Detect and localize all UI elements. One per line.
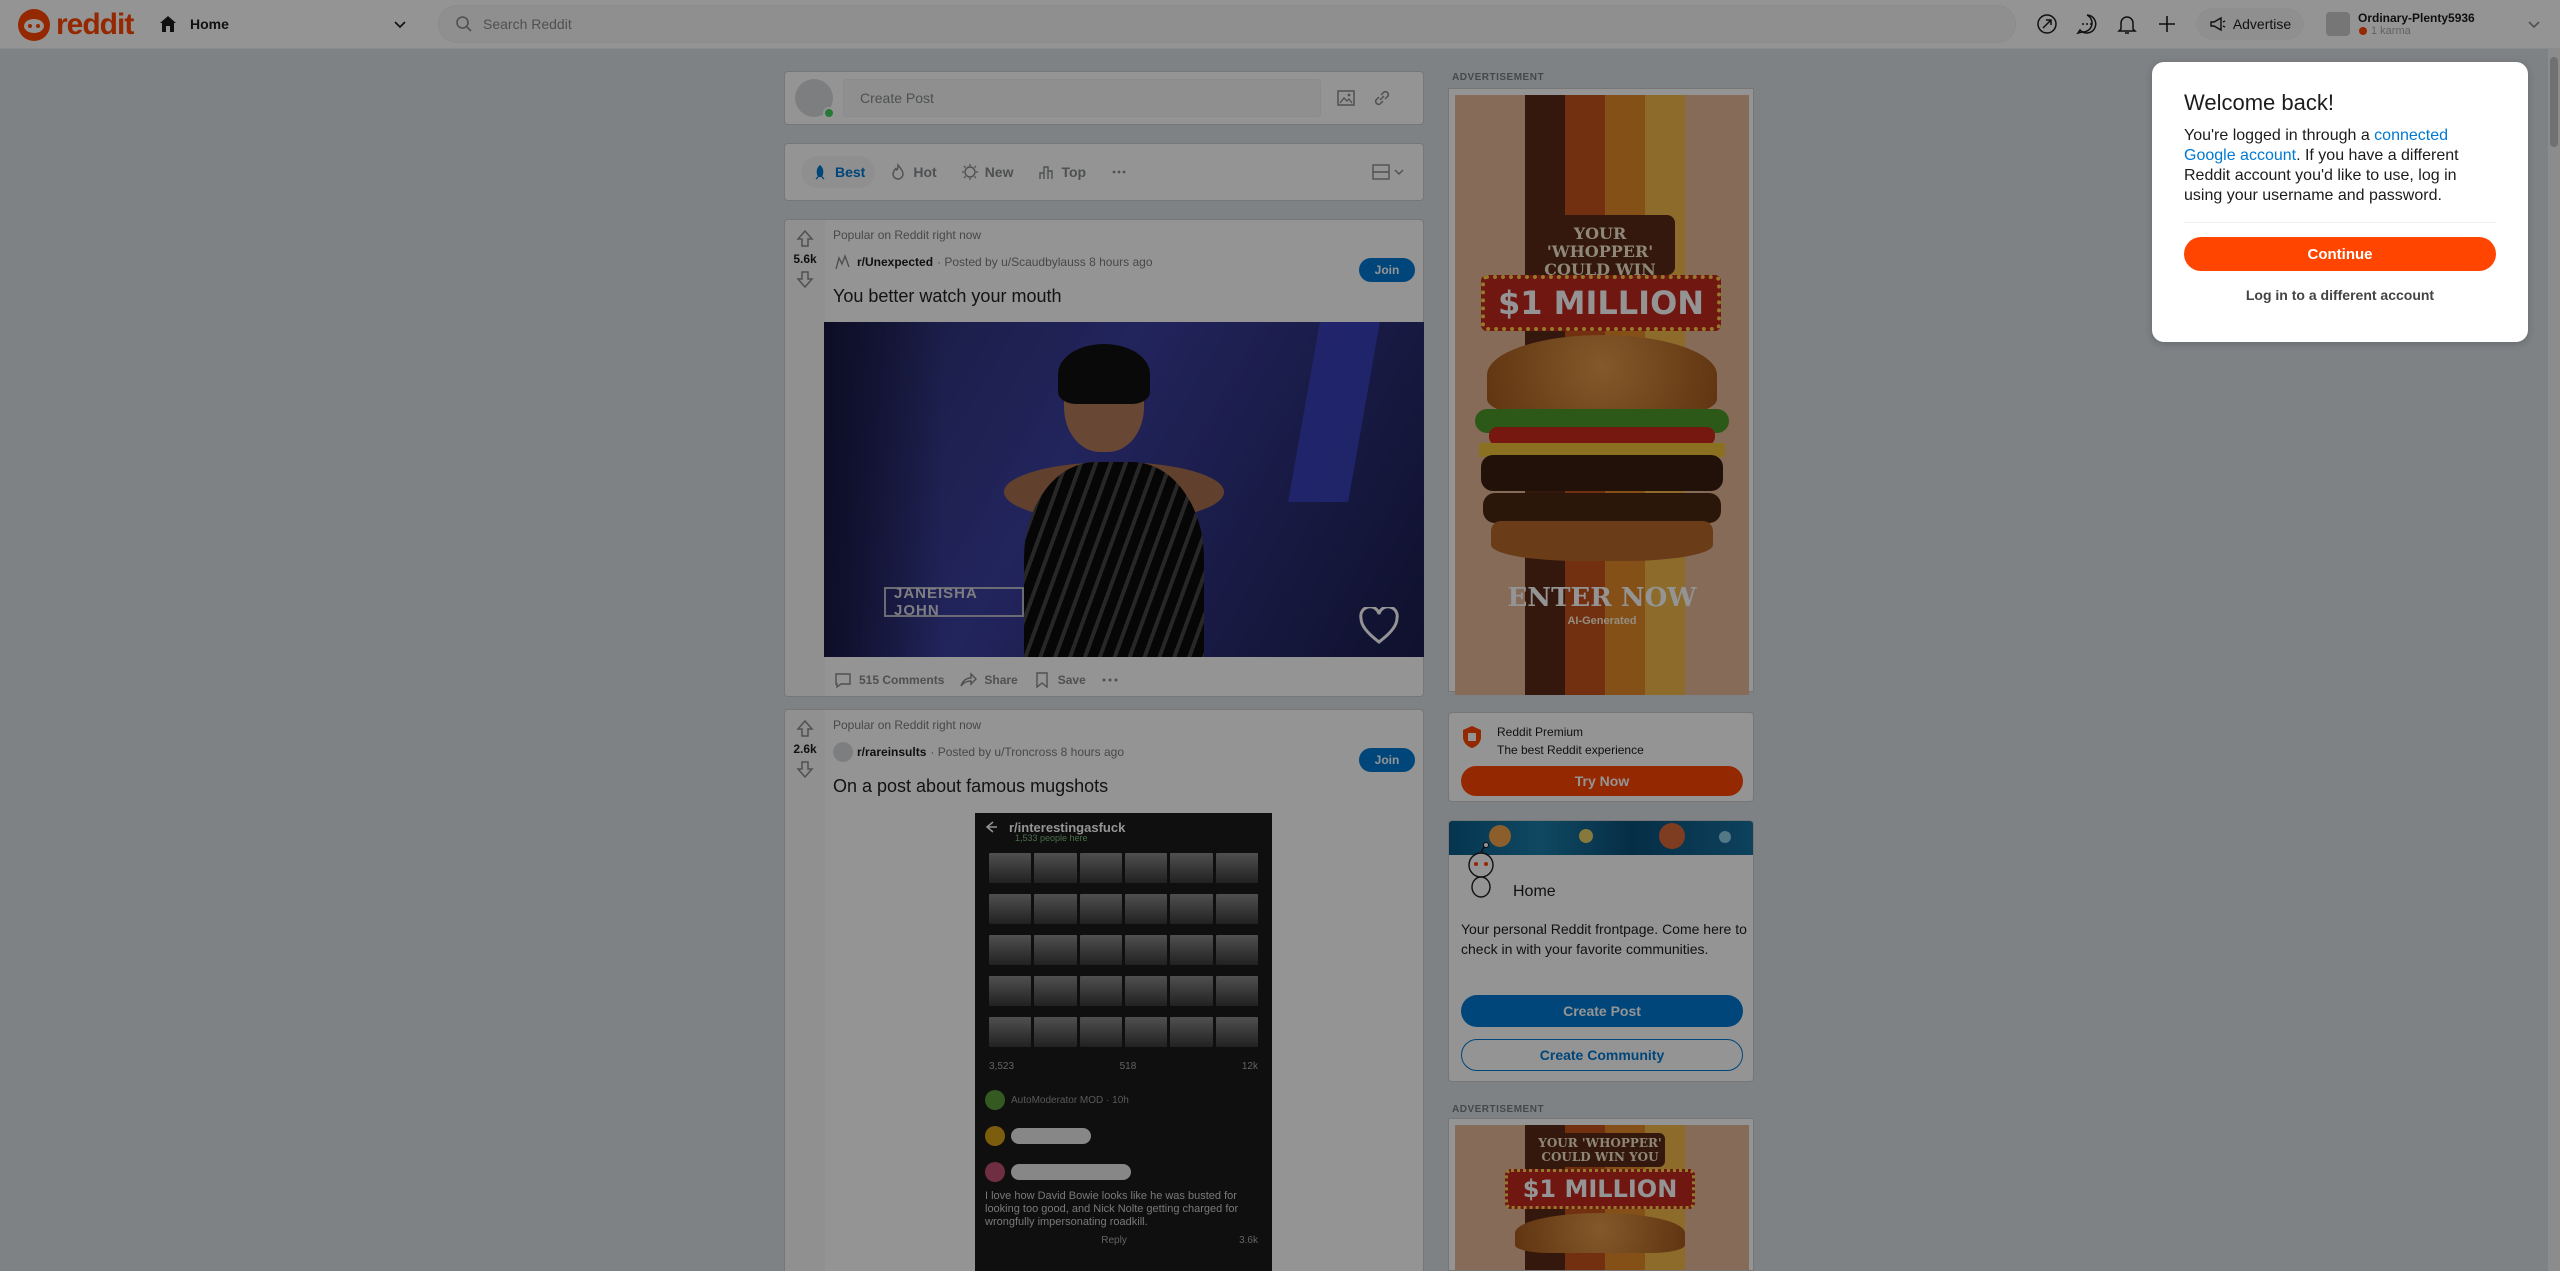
dialog-body: You're logged in through a connected Goo…: [2184, 126, 2496, 206]
dialog-title: Welcome back!: [2184, 90, 2334, 115]
welcome-back-dialog: Welcome back! You're logged in through a…: [2152, 62, 2528, 342]
continue-button[interactable]: Continue: [2184, 237, 2496, 271]
divider: [2184, 222, 2496, 223]
dialog-body-start: You're logged in through a: [2184, 127, 2375, 144]
different-account-link[interactable]: Log in to a different account: [2184, 287, 2496, 303]
